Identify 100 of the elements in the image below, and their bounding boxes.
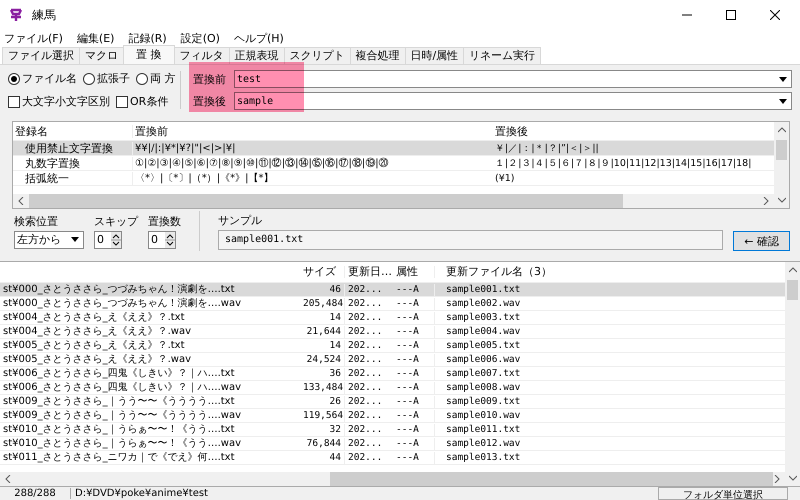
tab[interactable]: リネーム実行 [463, 47, 542, 64]
horizontal-scrollbar[interactable] [13, 194, 774, 208]
checkbox-label[interactable]: 大文字小文字区別 [22, 94, 110, 109]
table-cell: 24,524 [300, 354, 345, 366]
chevron-left-icon[interactable] [17, 197, 25, 205]
table-cell-text: sample006.wav [445, 354, 522, 366]
tab[interactable]: 複合処理 [350, 47, 406, 64]
menu-item[interactable]: 記録(R) [128, 30, 167, 46]
menu-item[interactable]: 設定(O) [180, 30, 220, 46]
chevron-down-icon[interactable] [788, 474, 796, 482]
table-cell: 119,564 [300, 410, 345, 422]
tab[interactable]: フィルタ [174, 47, 230, 64]
column-header[interactable]: サイズ [300, 266, 345, 278]
horizontal-scrollbar[interactable] [0, 472, 785, 486]
dropdown-arrow-icon[interactable] [779, 98, 787, 104]
table-cell-text: sample007.txt [445, 368, 522, 380]
radio-button[interactable] [83, 72, 95, 84]
chevron-up-icon[interactable] [788, 266, 796, 274]
tab[interactable]: ファイル選択 [2, 47, 80, 64]
checkbox-label[interactable]: OR条件 [130, 94, 168, 109]
spin-box[interactable]: 0 [94, 230, 122, 248]
spin-arrows-icon[interactable] [111, 232, 121, 248]
table-cell-text: (¥1) [494, 172, 516, 184]
file-row[interactable]: st¥009_さとうささら_｜うう〜〜《うううう….txt 26 202... ---A sample009.txt [0, 395, 785, 409]
menu-item[interactable]: ヘルプ(H) [234, 30, 284, 46]
column-header[interactable]: 置換前 [133, 124, 493, 138]
table-cell: 46 [300, 284, 345, 296]
table-cell: ---A [393, 354, 435, 366]
file-row[interactable]: st¥005_さとうささら_え《ええ》？.wav 24,524 202... ---A sample006.wav [0, 353, 785, 367]
checkbox[interactable] [8, 96, 20, 108]
sample-field: sample001.txt [218, 230, 724, 250]
control-label: サンプル [218, 212, 263, 228]
radio-button[interactable] [136, 72, 148, 84]
tab[interactable]: マクロ [79, 47, 124, 64]
column-header[interactable]: 置換後 [493, 124, 774, 138]
file-row[interactable]: st¥010_さとうささら_｜うらぁ〜〜！《うう….txt 32 202... ---A sample011.txt [0, 423, 785, 437]
scroll-thumb[interactable] [776, 140, 787, 160]
table-cell: 丸数字置換 [13, 156, 133, 170]
spin-arrows-icon[interactable] [165, 232, 175, 248]
field-label: 置換前 [193, 72, 227, 86]
chevron-down-icon[interactable] [778, 196, 786, 204]
chevron-right-icon[interactable] [762, 197, 770, 205]
table-cell-text: ①|②|③|④|⑤|⑥|⑦|⑧|⑨|⑩|⑪|⑫|⑬|⑭|⑮|⑯|⑰|⑱|⑲|⑳ [134, 156, 390, 170]
file-row[interactable]: st¥004_さとうささら_え《ええ》？.wav 21,644 202... ---A sample004.wav [0, 325, 785, 339]
table-cell-text: st¥006_さとうささら_四鬼《しきい》？｜ハ….txt [2, 368, 236, 380]
file-row[interactable]: st¥000_さとうささら_つづみちゃん！演劇を….wav 205,484 202... ---A sample002.wav [0, 297, 785, 311]
table-cell: 133,484 [300, 382, 345, 394]
column-header[interactable]: 属性 [393, 266, 435, 278]
maximize-icon[interactable] [726, 10, 736, 20]
radio-label[interactable]: 両 方 [150, 71, 176, 86]
chevron-up-icon[interactable] [778, 126, 786, 134]
file-row[interactable]: st¥004_さとうささら_え《ええ》？.txt 14 202... ---A sample003.txt [0, 311, 785, 325]
table-cell: 36 [300, 368, 345, 380]
table-cell: ---A [393, 382, 435, 394]
file-row[interactable]: st¥006_さとうささら_四鬼《しきい》？｜ハ….txt 36 202... ---A sample007.txt [0, 367, 785, 381]
file-row[interactable]: st¥009_さとうささら_｜うう〜〜《うううう….wav 119,564 202... ---A sample010.wav [0, 409, 785, 423]
file-row[interactable]: st¥011_さとうささら_ニワカ｜で《でえ》何….txt 44 202... ---A sample013.txt [0, 451, 785, 465]
chevron-right-icon[interactable] [773, 475, 781, 483]
table-cell: ---A [393, 424, 435, 436]
scroll-thumb[interactable] [787, 280, 798, 300]
radio-button[interactable] [8, 72, 20, 84]
radio-label[interactable]: 拡張子 [97, 71, 130, 86]
tab[interactable]: 置 換 [123, 45, 174, 64]
column-header[interactable]: 登録名 [13, 124, 133, 138]
table-row[interactable]: 丸数字置換 ①|②|③|④|⑤|⑥|⑦|⑧|⑨|⑩|⑪|⑫|⑬|⑭|⑮|⑯|⑰|⑱|⑲|⑳ １|２|３|４|５|６|７|８|９|10|11|12|13|14|15|16|17|18| [13, 156, 774, 171]
checkbox[interactable] [116, 96, 128, 108]
table-cell: ---A [393, 312, 435, 324]
tab[interactable]: 日時/属性 [404, 47, 464, 64]
table-cell-text: ￥|／|：|＊|？|”|＜|＞|| [494, 142, 600, 154]
close-icon[interactable] [770, 10, 780, 20]
table-row[interactable]: 括弧統一 〈*〉|〔*〕|（*）|《*》|【*】 (¥1) [13, 171, 774, 186]
file-row[interactable]: st¥000_さとうささら_つづみちゃん！演劇を….txt 46 202... ---A sample001.txt [0, 283, 785, 297]
table-cell-text: 〈*〉|〔*〕|（*）|《*》|【*】 [134, 172, 274, 184]
tab[interactable]: スクリプト [284, 47, 350, 64]
file-row[interactable]: st¥006_さとうささら_四鬼《しきい》？｜ハ….wav 133,484 202... ---A sample008.wav [0, 381, 785, 395]
table-cell: 44 [300, 452, 345, 464]
table-cell: ---A [393, 396, 435, 408]
vertical-scrollbar[interactable] [774, 122, 789, 208]
radio-label[interactable]: ファイル名 [22, 71, 77, 86]
menu-item[interactable]: 編集(E) [76, 30, 114, 46]
column-header[interactable]: 更新ファイル名（3） [443, 266, 555, 278]
dropdown-arrow-icon[interactable] [71, 237, 79, 242]
field-label: 置換後 [193, 94, 227, 108]
file-row[interactable]: st¥005_さとうささら_え《ええ》？.txt 14 202... ---A sample005.txt [0, 339, 785, 353]
table-cell: 括弧統一 [13, 172, 133, 184]
table-cell: 26 [300, 396, 345, 408]
chevron-left-icon[interactable] [4, 475, 12, 483]
table-cell-text: sample003.txt [445, 312, 522, 324]
spin-box[interactable]: 0 [148, 230, 176, 248]
confirm-button[interactable]: ← 確認 [733, 231, 790, 251]
vertical-scrollbar[interactable] [785, 262, 800, 486]
file-row[interactable]: st¥010_さとうささら_｜うらぁ〜〜！《うう….wav 76,844 202... ---A sample012.wav [0, 437, 785, 451]
position-dropdown[interactable]: 左方から [14, 230, 84, 248]
menu-item[interactable]: ファイル(F) [4, 30, 63, 46]
table-cell-text: sample001.txt [445, 284, 522, 296]
column-header[interactable]: 更新日… [345, 266, 393, 278]
table-cell-text: st¥009_さとうささら_｜うう〜〜《うううう….wav [2, 410, 242, 422]
table-row[interactable]: 使用禁止文字置換 ¥¥|/|:|¥*|¥?|"|<|>|¥| ￥|／|：|＊|？|”|＜|＞|| [13, 141, 774, 156]
dropdown-arrow-icon[interactable] [779, 76, 787, 82]
folder-select-button[interactable]: フォルダ単位選択 [658, 487, 788, 500]
